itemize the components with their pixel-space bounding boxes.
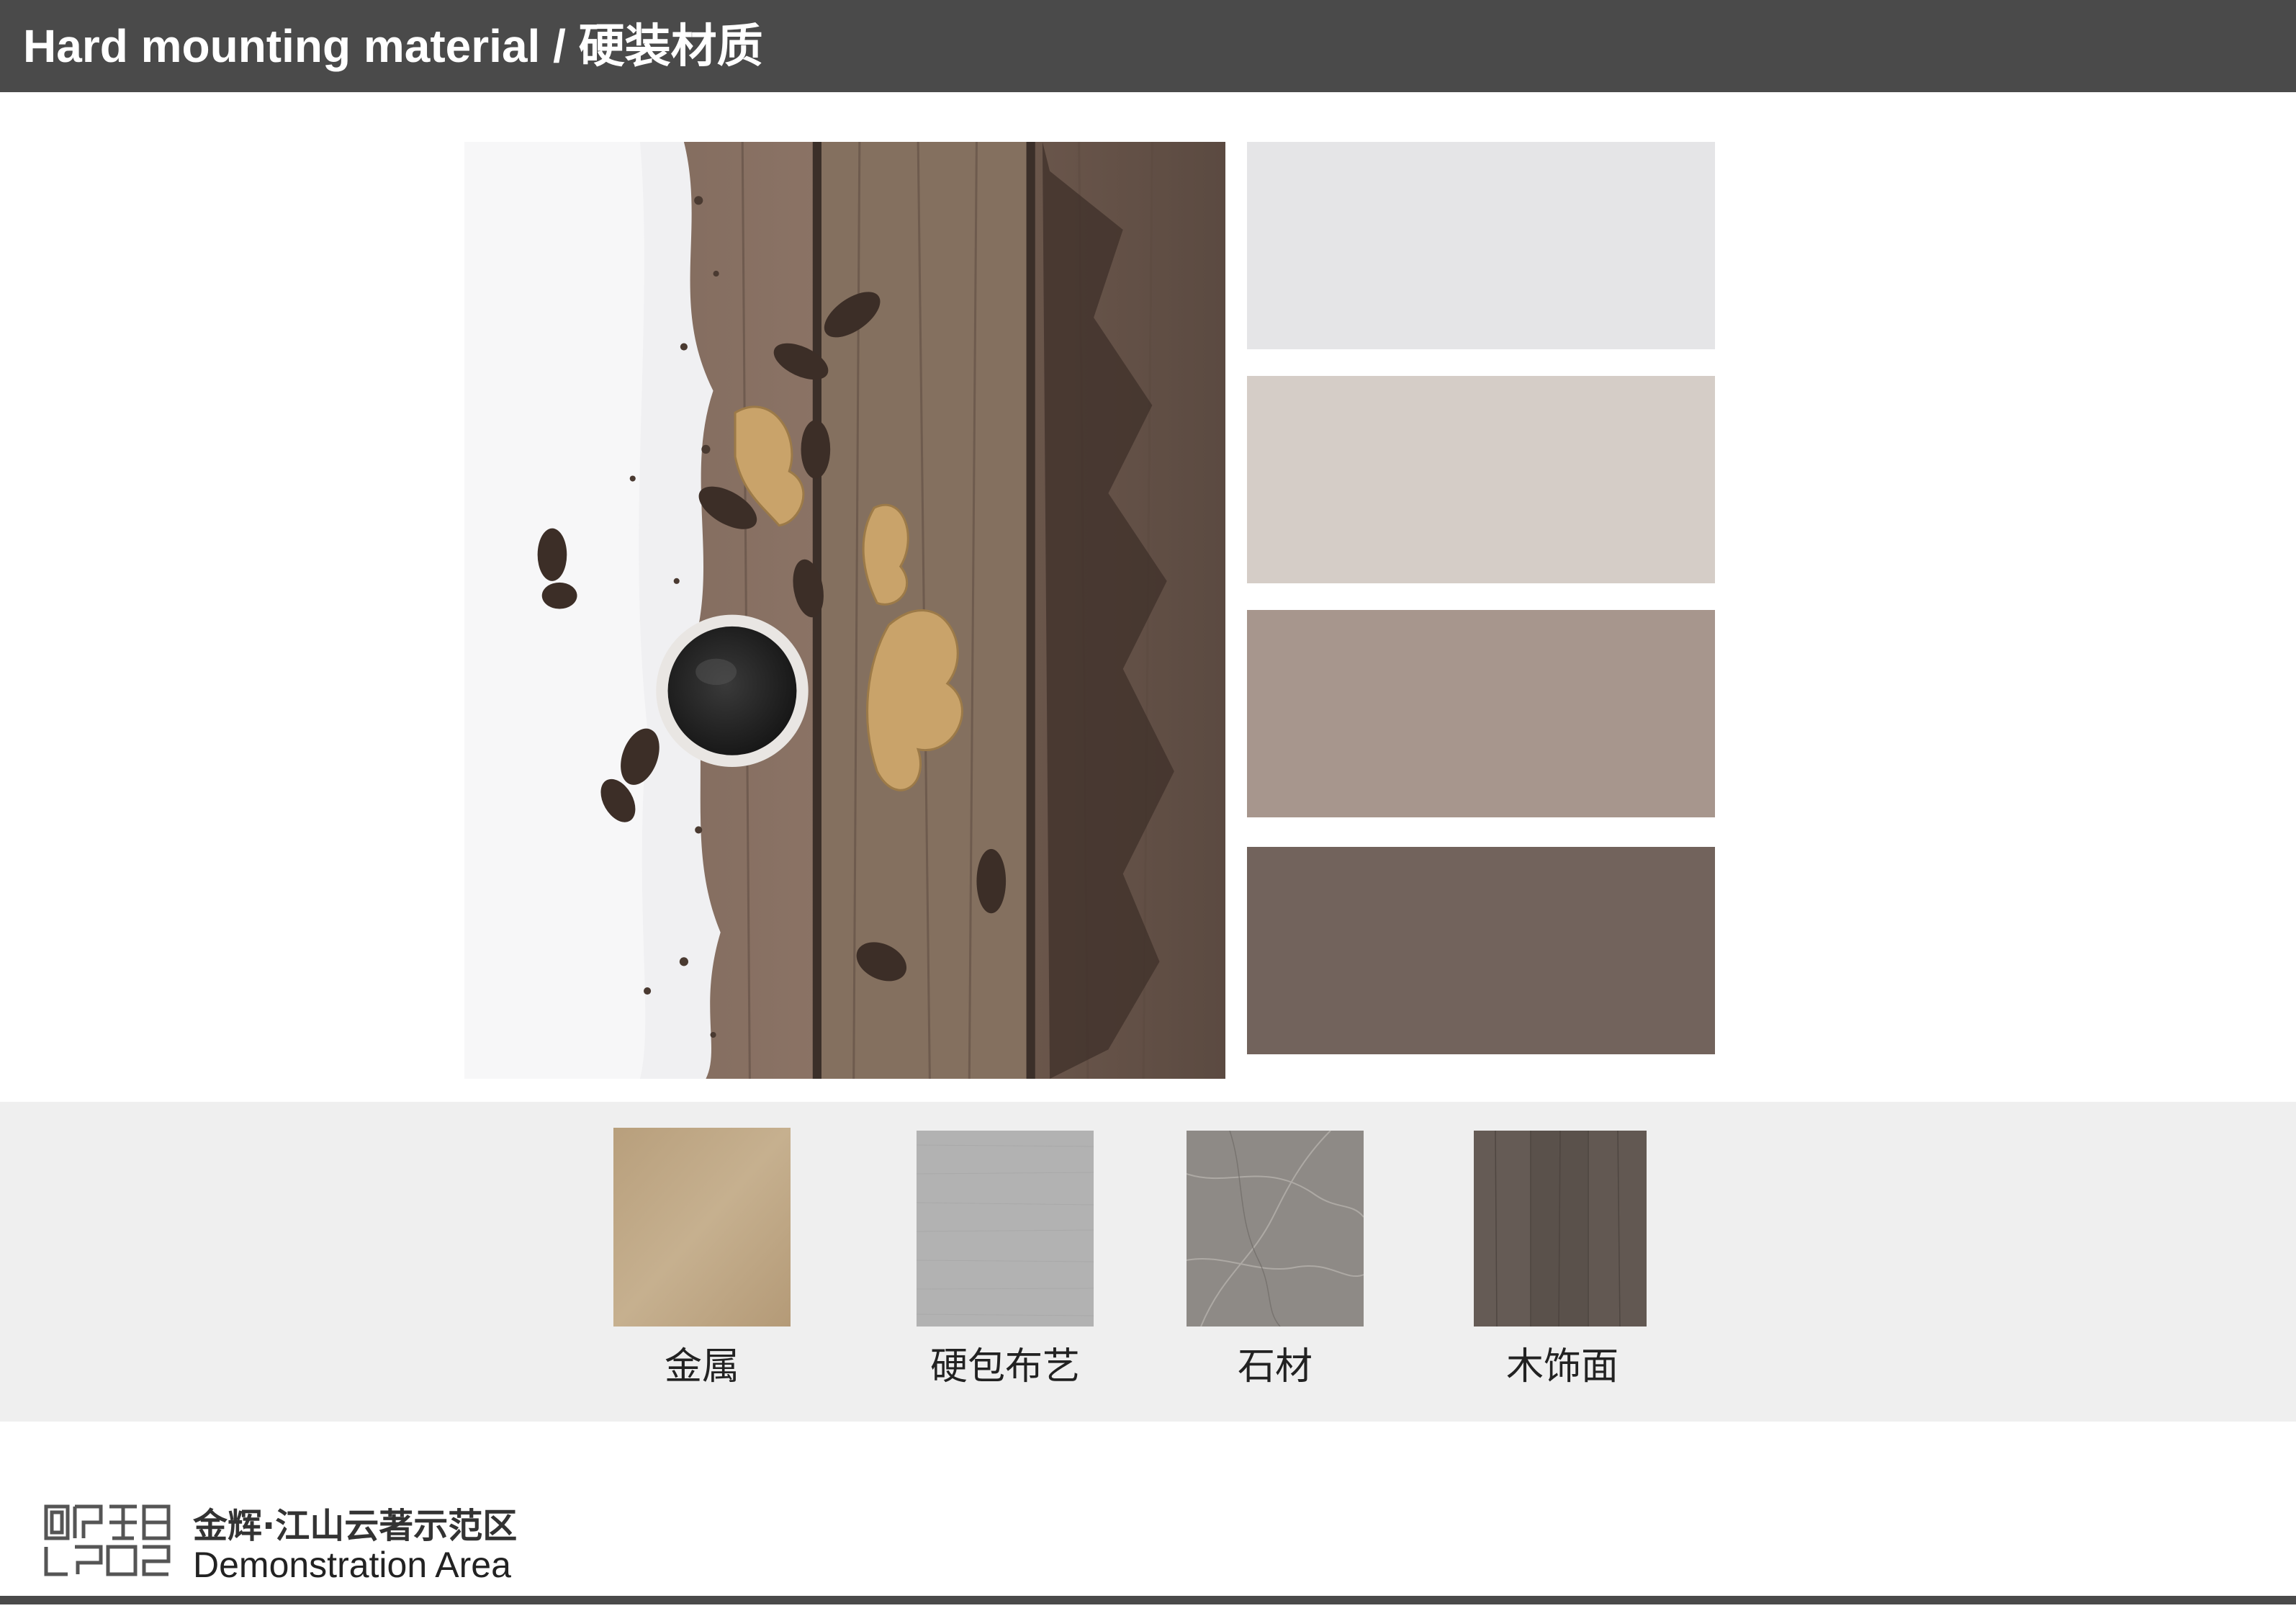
material-sample	[613, 1128, 791, 1327]
material-label: 石材	[1237, 1345, 1313, 1388]
mood-photo	[464, 142, 1225, 1079]
footer-divider	[0, 1596, 2296, 1604]
brand-logo-icon	[43, 1502, 171, 1579]
material-label: 硬包布艺	[929, 1345, 1080, 1388]
materials-band: 金属 硬包布艺 石材 木饰面	[0, 1102, 2296, 1422]
material-sample	[1474, 1131, 1647, 1327]
palette-swatch	[1247, 847, 1715, 1054]
palette-swatch	[1247, 610, 1715, 817]
mood-photo-illustration	[464, 142, 1225, 1079]
material-sample	[917, 1131, 1094, 1327]
material-label: 木饰面	[1505, 1345, 1619, 1388]
palette-swatch	[1247, 142, 1715, 349]
brand-name: 金辉·江山云著示范区	[193, 1506, 518, 1546]
header-bar: Hard mounting material / 硬装材质	[0, 0, 2296, 92]
brand-subtitle: Demonstration Area	[193, 1545, 511, 1585]
palette-swatch	[1247, 376, 1715, 583]
material-sample	[1187, 1131, 1364, 1327]
page-title: Hard mounting material / 硬装材质	[23, 20, 763, 72]
material-label: 金属	[664, 1345, 739, 1388]
